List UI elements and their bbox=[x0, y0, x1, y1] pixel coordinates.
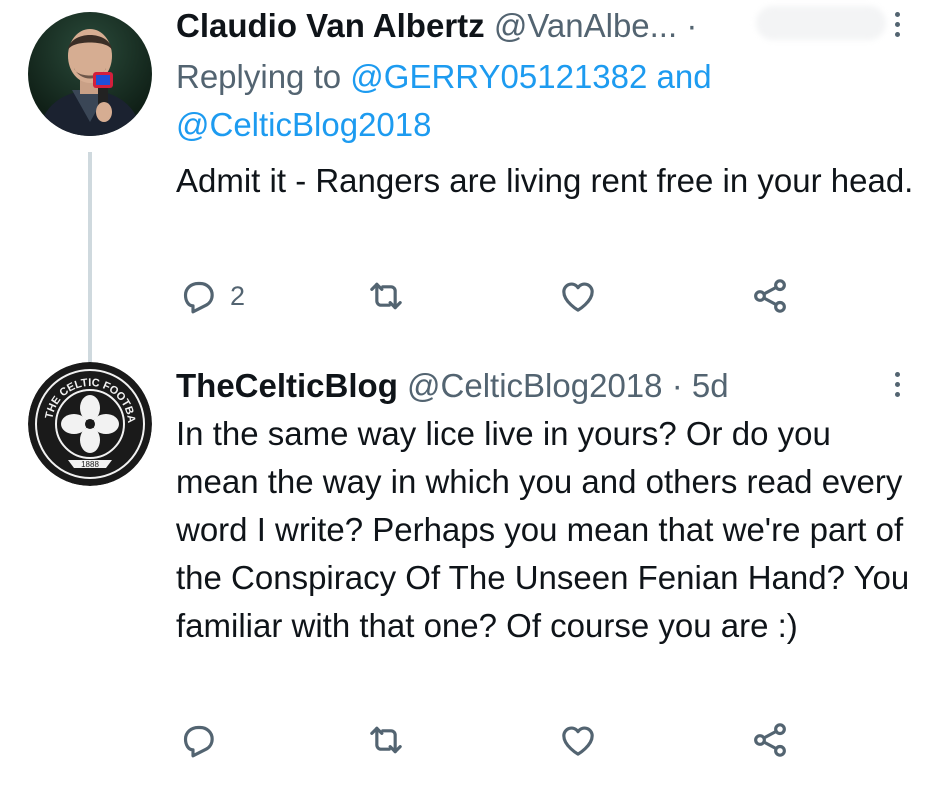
more-icon[interactable] bbox=[890, 372, 904, 397]
like-button[interactable] bbox=[558, 720, 598, 760]
replying-to: Replying to @GERRY05121382 and @CelticBl… bbox=[176, 53, 712, 149]
tweet-1[interactable]: Claudio Van Albertz @VanAlbe... · Replyi… bbox=[0, 0, 944, 362]
like-button[interactable] bbox=[558, 276, 598, 316]
celtic-crest-logo: THE CELTIC FOOTBALL CLUB 1888 bbox=[28, 362, 152, 486]
reply-count: 2 bbox=[230, 280, 246, 311]
retweet-button[interactable] bbox=[366, 720, 406, 760]
reply-icon bbox=[183, 725, 214, 758]
thread-line bbox=[88, 152, 92, 362]
tweet-text: In the same way lice live in yours? Or d… bbox=[176, 415, 910, 644]
mention-link-2[interactable]: @CelticBlog2018 bbox=[176, 106, 431, 143]
retweet-button[interactable] bbox=[366, 276, 406, 316]
retweet-icon bbox=[370, 282, 402, 310]
like-icon bbox=[562, 282, 594, 312]
more-icon[interactable] bbox=[890, 12, 904, 37]
share-button[interactable] bbox=[750, 720, 790, 760]
tweet-header: TheCelticBlog @CelticBlog2018 · 5d bbox=[176, 366, 729, 406]
share-icon bbox=[754, 279, 786, 313]
blurred-region bbox=[756, 6, 886, 40]
tweet-text: Admit it - Rangers are living rent free … bbox=[176, 162, 914, 199]
reply-button[interactable] bbox=[178, 720, 230, 760]
user-handle[interactable]: @CelticBlog2018 bbox=[407, 367, 662, 404]
share-button[interactable] bbox=[750, 276, 790, 316]
svg-text:1888: 1888 bbox=[81, 460, 99, 469]
tweet-actions bbox=[176, 720, 816, 760]
tweet-2[interactable]: THE CELTIC FOOTBALL CLUB 1888 TheCelticB… bbox=[0, 360, 944, 800]
reply-button[interactable]: 2 bbox=[178, 276, 245, 316]
avatar[interactable] bbox=[28, 12, 152, 136]
user-handle[interactable]: @VanAlbe... bbox=[494, 7, 677, 44]
mention-and[interactable]: and bbox=[657, 58, 712, 95]
separator: · bbox=[686, 7, 698, 44]
timestamp[interactable]: 5d bbox=[692, 367, 729, 404]
display-name[interactable]: Claudio Van Albertz bbox=[176, 7, 485, 44]
reply-icon bbox=[183, 281, 214, 314]
tweet-actions: 2 bbox=[176, 276, 816, 316]
retweet-icon bbox=[370, 726, 402, 754]
separator: · bbox=[671, 367, 683, 404]
share-icon bbox=[754, 723, 786, 757]
display-name[interactable]: TheCelticBlog bbox=[176, 367, 398, 404]
mention-link-1[interactable]: @GERRY05121382 bbox=[350, 58, 647, 95]
like-icon bbox=[562, 726, 594, 756]
tweet-header: Claudio Van Albertz @VanAlbe... · bbox=[176, 6, 697, 46]
avatar[interactable]: THE CELTIC FOOTBALL CLUB 1888 bbox=[28, 362, 152, 486]
replying-label: Replying to bbox=[176, 58, 342, 95]
avatar-photo bbox=[28, 12, 152, 136]
